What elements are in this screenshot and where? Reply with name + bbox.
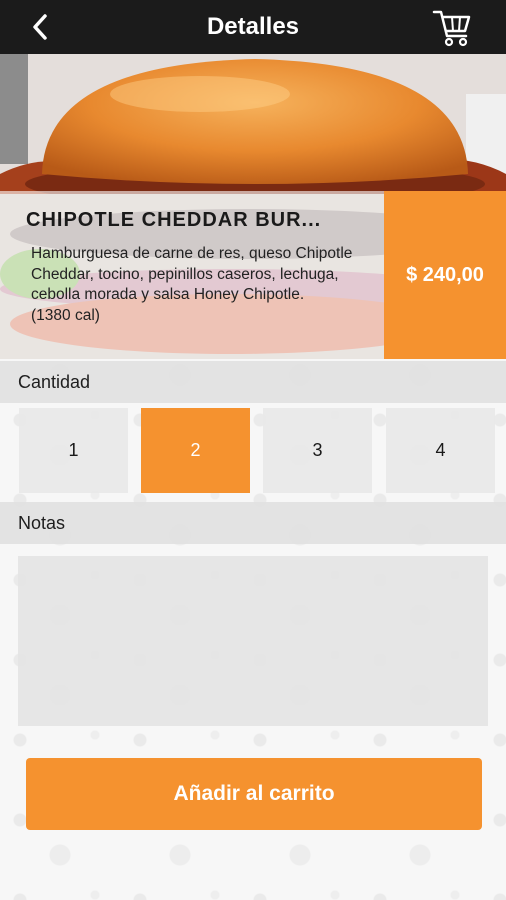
product-description-block: Hamburguesa de carne de res, queso Chipo… bbox=[26, 244, 358, 326]
product-price: $ 240,00 bbox=[384, 191, 506, 359]
back-button[interactable] bbox=[26, 12, 54, 42]
quantity-option-1[interactable]: 1 bbox=[19, 408, 128, 493]
cart-icon bbox=[432, 10, 471, 47]
quantity-option-2[interactable]: 2 bbox=[141, 408, 250, 493]
notes-section-header: Notas bbox=[0, 502, 506, 544]
product-name: CHIPOTLE CHEDDAR BUR... bbox=[26, 209, 322, 231]
cart-button[interactable] bbox=[432, 6, 472, 48]
product-info: CHIPOTLE CHEDDAR BUR... Hamburguesa de c… bbox=[0, 191, 384, 359]
quantity-option-4[interactable]: 4 bbox=[386, 408, 495, 493]
page-title: Detalles bbox=[206, 13, 300, 40]
product-calories: (1380 cal) bbox=[31, 306, 100, 324]
product-description: Hamburguesa de carne de res, queso Chipo… bbox=[31, 245, 353, 303]
quantity-option-3[interactable]: 3 bbox=[263, 408, 372, 493]
notes-label: Notas bbox=[18, 512, 66, 533]
quantity-label: Cantidad bbox=[18, 371, 91, 392]
top-bar: Detalles bbox=[0, 0, 506, 54]
notes-input[interactable] bbox=[18, 556, 488, 726]
add-to-cart-button[interactable]: Añadir al carrito bbox=[26, 758, 482, 830]
chevron-left-icon bbox=[33, 14, 47, 40]
quantity-selector: 1 2 3 4 bbox=[0, 408, 506, 494]
quantity-section-header: Cantidad bbox=[0, 361, 506, 403]
